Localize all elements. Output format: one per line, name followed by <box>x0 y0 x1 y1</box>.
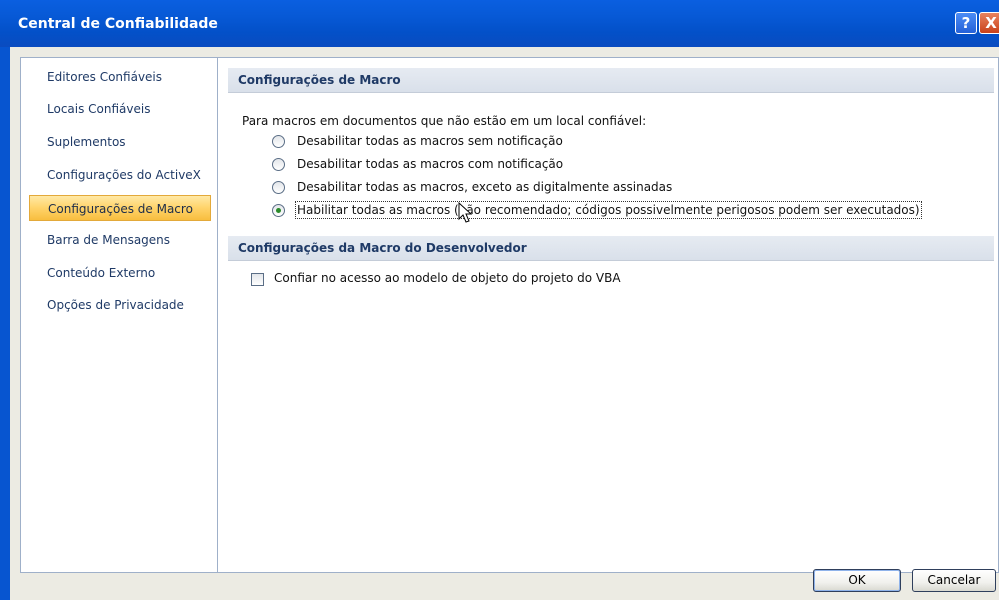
title-bar[interactable]: Central de Confiabilidade ? X <box>0 0 999 47</box>
content-panel: Configurações de Macro Para macros em do… <box>217 57 999 573</box>
sidebar-item-conteudo-externo[interactable]: Conteúdo Externo <box>29 260 211 286</box>
dialog-body: Editores Confiáveis Locais Confiáveis Su… <box>10 47 999 600</box>
sidebar-item-macro[interactable]: Configurações de Macro <box>29 195 211 221</box>
sidebar-item-locais-confiaveis[interactable]: Locais Confiáveis <box>29 96 211 122</box>
section-header-developer: Configurações da Macro do Desenvolvedor <box>228 236 994 261</box>
sidebar-item-suplementos[interactable]: Suplementos <box>29 129 211 155</box>
sidebar-item-editores-confiaveis[interactable]: Editores Confiáveis <box>29 64 211 90</box>
window-frame <box>0 47 10 600</box>
radio-button[interactable] <box>272 181 285 194</box>
radio-label[interactable]: Desabilitar todas as macros sem notifica… <box>297 134 563 148</box>
section-header-macro: Configurações de Macro <box>228 68 994 93</box>
ok-button[interactable]: OK <box>813 569 901 592</box>
radio-button-selected[interactable] <box>272 204 285 217</box>
sidebar-item-activex[interactable]: Configurações do ActiveX <box>29 162 211 188</box>
help-button[interactable]: ? <box>955 12 977 34</box>
sidebar-item-barra-de-mensagens[interactable]: Barra de Mensagens <box>29 227 211 253</box>
cancel-button[interactable]: Cancelar <box>912 569 996 592</box>
radio-label[interactable]: Desabilitar todas as macros, exceto as d… <box>297 180 672 194</box>
sidebar-item-privacidade[interactable]: Opções de Privacidade <box>29 292 211 318</box>
radio-label[interactable]: Habilitar todas as macros (não recomenda… <box>295 201 922 219</box>
macro-intro-text: Para macros em documentos que não estão … <box>242 114 647 128</box>
mouse-pointer-icon <box>458 202 473 223</box>
vba-access-label[interactable]: Confiar no acesso ao modelo de objeto do… <box>274 271 621 285</box>
vba-access-checkbox[interactable] <box>251 273 264 286</box>
radio-button[interactable] <box>272 158 285 171</box>
sidebar: Editores Confiáveis Locais Confiáveis Su… <box>20 57 218 573</box>
radio-button[interactable] <box>272 135 285 148</box>
window-title: Central de Confiabilidade <box>18 16 218 32</box>
close-button[interactable]: X <box>979 12 999 34</box>
radio-label[interactable]: Desabilitar todas as macros com notifica… <box>297 157 563 171</box>
